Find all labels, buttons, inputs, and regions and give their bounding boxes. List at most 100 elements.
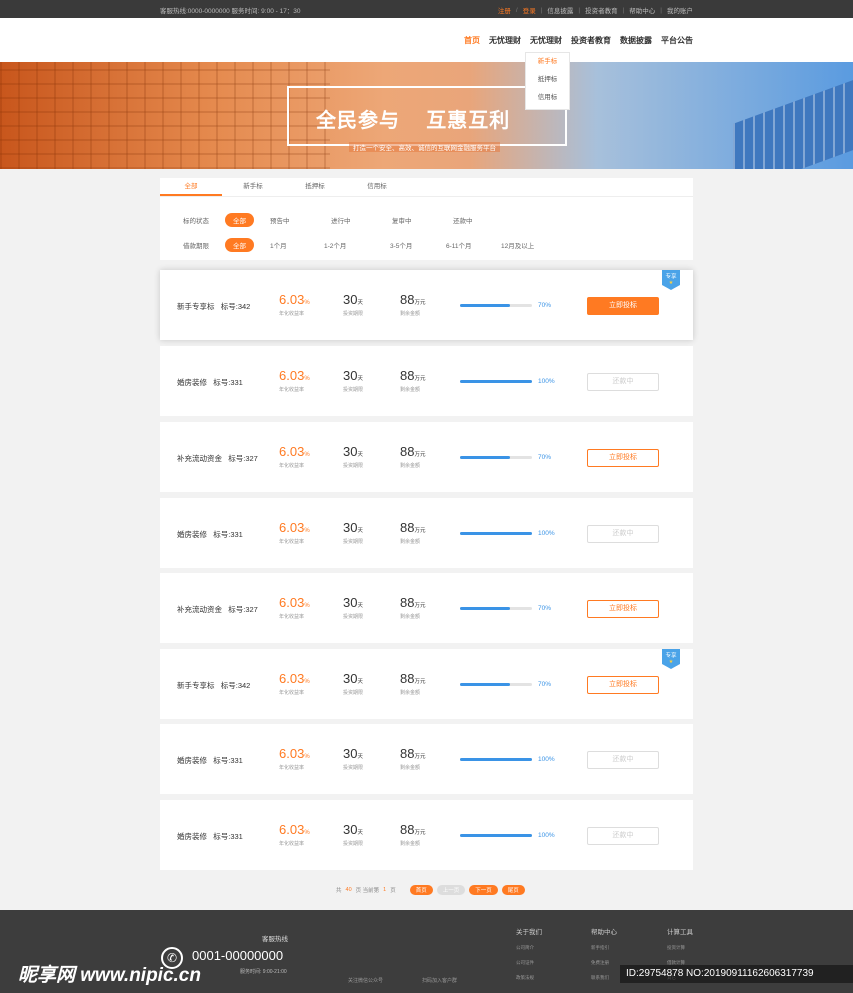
loan-name[interactable]: 婚房装修 标号:331 — [177, 529, 243, 540]
loan-card[interactable]: 婚房装修 标号:331 6.03% 年化收益率 30天 投资期限 88万元 剩余金额 100%… — [160, 800, 693, 870]
term-option-1m[interactable]: 1个月 — [270, 240, 324, 250]
repaying-button[interactable]: 还款中 — [587, 525, 659, 543]
main-nav: 首页 无忧理财 无忧理财 投资者教育 数据披露 平台公告 — [0, 18, 853, 62]
nav-item-investor-education[interactable]: 投资者教育 — [571, 35, 611, 46]
rate-caption: 年化收益率 — [279, 690, 305, 696]
loan-name[interactable]: 婚房装修 标号:331 — [177, 831, 243, 842]
prev-page-button[interactable]: 上一页 — [436, 885, 466, 895]
footer-link[interactable]: 公司简介 — [516, 945, 542, 951]
nav-item-data-disclosure[interactable]: 数据披露 — [620, 35, 652, 46]
repaying-button[interactable]: 还款中 — [587, 827, 659, 845]
footer-col-help: 帮助中心 新手指引 免费注册 联系我们 — [591, 926, 617, 981]
info-disclosure-link[interactable]: 信息披露 — [547, 5, 573, 15]
loan-card[interactable]: 专享 ★ 新手专享标 标号:342 6.03% 年化收益率 30天 投资期限 88万元 剩余金额… — [160, 270, 693, 340]
loan-card[interactable]: 婚房装修 标号:331 6.03% 年化收益率 30天 投资期限 88万元 剩余金额 100%… — [160, 724, 693, 794]
nav-menu: 首页 无忧理财 无忧理财 投资者教育 数据披露 平台公告 — [464, 35, 693, 46]
investor-education-link[interactable]: 投资者教育 — [585, 5, 618, 15]
dropdown-item-newbie[interactable]: 新手标 — [526, 53, 569, 71]
last-page-button[interactable]: 尾页 — [501, 885, 525, 895]
footer-link[interactable]: 公司证件 — [516, 960, 542, 966]
invest-button[interactable]: 立即投标 — [587, 297, 659, 315]
rate-unit: % — [304, 452, 310, 458]
invest-button[interactable]: 立即投标 — [587, 676, 659, 694]
term-option-6-11m[interactable]: 6-11个月 — [446, 240, 501, 250]
loan-card[interactable]: 专享 ★ 新手专享标 标号:342 6.03% 年化收益率 30天 投资期限 88万元 剩余金额… — [160, 649, 693, 719]
nav-item-announcements[interactable]: 平台公告 — [661, 35, 693, 46]
status-option-all[interactable]: 全部 — [225, 213, 254, 227]
footer-link[interactable]: 联系我们 — [591, 975, 617, 981]
loan-name[interactable]: 补充流动资金 标号:327 — [177, 453, 258, 464]
footer-link[interactable]: 新手指引 — [591, 945, 617, 951]
loan-name[interactable]: 新手专享标 标号:342 — [177, 680, 250, 691]
help-center-link[interactable]: 帮助中心 — [629, 5, 655, 15]
nav-item-home[interactable]: 首页 — [464, 35, 480, 46]
dropdown-item-mortgage[interactable]: 抵押标 — [526, 71, 569, 89]
progress-percent: 70% — [538, 681, 552, 688]
invest-button[interactable]: 立即投标 — [587, 449, 659, 467]
status-option-preview[interactable]: 预告中 — [270, 215, 331, 225]
remaining-amount: 88万元 — [400, 671, 425, 686]
amount-unit: 万元 — [414, 830, 426, 836]
top-bar: 客服热线:0000-0000000 服务时间: 9:00 - 17：30 注册 … — [0, 0, 853, 18]
term-option-3-5m[interactable]: 3-5个月 — [390, 240, 446, 250]
days-unit: 天 — [357, 452, 363, 458]
term-option-12m-plus[interactable]: 12月及以上 — [501, 240, 562, 250]
status-option-review[interactable]: 复审中 — [392, 215, 453, 225]
remaining-amount: 88万元 — [400, 444, 425, 459]
annual-rate: 6.03% — [279, 292, 310, 307]
divider: | — [622, 6, 625, 14]
footer-link[interactable]: 政策法规 — [516, 975, 542, 981]
tab-mortgage[interactable]: 抵押标 — [284, 178, 346, 196]
next-page-button[interactable]: 下一页 — [469, 885, 498, 895]
amount-unit: 万元 — [414, 603, 426, 609]
footer-link[interactable]: 免费注册 — [591, 960, 617, 966]
my-account-link[interactable]: 我的账户 — [667, 5, 693, 15]
status-option-ongoing[interactable]: 进行中 — [331, 215, 392, 225]
rate-unit: % — [304, 754, 310, 760]
footer-link[interactable]: 投资计算 — [667, 945, 693, 951]
annual-rate: 6.03% — [279, 520, 310, 535]
dropdown-item-credit[interactable]: 信用标 — [526, 89, 569, 107]
nav-item-wealth[interactable]: 无忧理财 — [489, 35, 521, 46]
days-unit: 天 — [357, 376, 363, 382]
first-page-button[interactable]: 首页 — [409, 885, 433, 895]
remaining-amount: 88万元 — [400, 292, 425, 307]
amount-value: 88 — [400, 822, 415, 837]
progress-fill — [460, 758, 532, 761]
rate-value: 6.03 — [279, 444, 305, 459]
loan-card[interactable]: 婚房装修 标号:331 6.03% 年化收益率 30天 投资期限 88万元 剩余金额 100%… — [160, 498, 693, 568]
rate-unit: % — [304, 830, 310, 836]
loan-name[interactable]: 新手专享标 标号:342 — [177, 301, 250, 312]
invest-button[interactable]: 立即投标 — [587, 600, 659, 618]
repaying-button[interactable]: 还款中 — [587, 751, 659, 769]
amount-value: 88 — [400, 671, 415, 686]
tab-newbie[interactable]: 新手标 — [222, 178, 284, 196]
loan-card[interactable]: 补充流动资金 标号:327 6.03% 年化收益率 30天 投资期限 88万元 剩余金额 70… — [160, 422, 693, 492]
term-option-all[interactable]: 全部 — [225, 238, 254, 252]
term-caption: 投资期限 — [343, 690, 364, 696]
register-link[interactable]: 注册 — [498, 5, 511, 15]
annual-rate: 6.03% — [279, 822, 310, 837]
watermark-id: ID:29754878 NO:20190911162606317739 — [620, 965, 853, 983]
remain-caption: 剩余金额 — [400, 614, 421, 620]
progress-percent: 70% — [538, 302, 552, 309]
term-option-1-2m[interactable]: 1-2个月 — [324, 240, 390, 250]
tab-all[interactable]: 全部 — [160, 178, 222, 196]
nav-item-wealth-2[interactable]: 无忧理财 — [530, 35, 562, 46]
login-link[interactable]: 登录 — [523, 5, 536, 15]
remaining-amount: 88万元 — [400, 368, 425, 383]
remain-caption: 剩余金额 — [400, 311, 421, 317]
loan-name[interactable]: 婚房装修 标号:331 — [177, 755, 243, 766]
status-option-repaying[interactable]: 还款中 — [453, 215, 514, 225]
repaying-button[interactable]: 还款中 — [587, 373, 659, 391]
loan-name[interactable]: 补充流动资金 标号:327 — [177, 604, 258, 615]
footer-service-time: 服务时间: 9:00-21:00 — [240, 969, 287, 975]
tab-credit[interactable]: 信用标 — [346, 178, 408, 196]
loan-name[interactable]: 婚房装修 标号:331 — [177, 377, 243, 388]
watermark-logo: 昵享网 www.nipic.cn — [18, 965, 201, 986]
divider: | — [540, 6, 543, 14]
loan-card[interactable]: 婚房装修 标号:331 6.03% 年化收益率 30天 投资期限 88万元 剩余金额 100%… — [160, 346, 693, 416]
remain-caption: 剩余金额 — [400, 387, 421, 393]
loan-card[interactable]: 补充流动资金 标号:327 6.03% 年化收益率 30天 投资期限 88万元 剩余金额 70… — [160, 573, 693, 643]
annual-rate: 6.03% — [279, 746, 310, 761]
